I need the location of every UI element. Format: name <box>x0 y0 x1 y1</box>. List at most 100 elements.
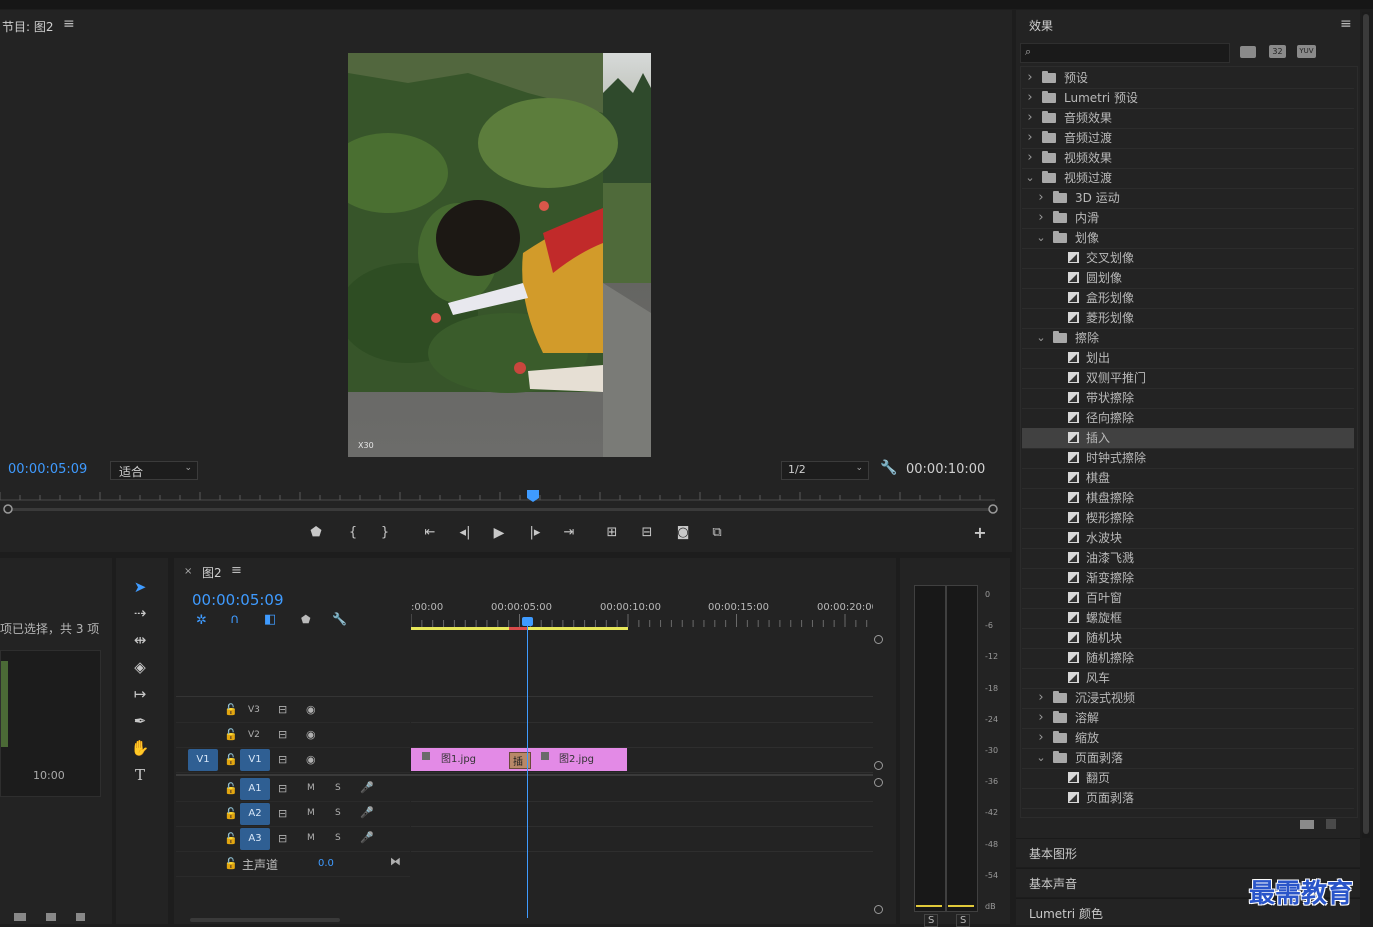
mark-in-button[interactable]: { <box>344 525 362 541</box>
effects-folder[interactable]: › 视频效果 <box>1022 148 1354 169</box>
go-to-in-button[interactable]: ⇤ <box>421 525 439 541</box>
scroll-handle[interactable] <box>874 778 883 787</box>
effects-item[interactable]: 时钟式擦除 <box>1022 448 1354 469</box>
add-marker-button[interactable]: ⬟ <box>307 525 325 541</box>
microphone-icon[interactable]: 🎤 <box>360 831 374 844</box>
snap-icon[interactable]: ✲ <box>196 613 207 628</box>
hand-tool-icon[interactable]: ✋ <box>128 737 152 759</box>
effects-scrollbar[interactable] <box>1362 12 1370 838</box>
sync-lock-icon[interactable]: ⊟ <box>278 832 287 845</box>
razor-tool-icon[interactable]: ◈ <box>128 656 152 678</box>
step-forward-button[interactable]: |▸ <box>526 525 544 541</box>
effects-item[interactable]: 页面剥落 <box>1022 788 1354 809</box>
play-button[interactable]: ▶ <box>490 525 508 541</box>
go-to-end-icon[interactable]: ⧓ <box>390 855 401 868</box>
solo-button[interactable]: S <box>335 833 341 843</box>
track-select-tool-icon[interactable]: ⇢ <box>128 602 152 624</box>
lift-button[interactable]: ⊞ <box>603 525 621 541</box>
effects-folder[interactable]: › 音频效果 <box>1022 108 1354 129</box>
solo-button[interactable]: S <box>335 808 341 818</box>
sync-lock-icon[interactable]: ⊟ <box>278 703 287 716</box>
effects-item[interactable]: 油漆飞溅 <box>1022 548 1354 569</box>
scroll-handle[interactable] <box>874 761 883 770</box>
solo-left[interactable]: S <box>924 914 939 927</box>
add-button-icon[interactable]: + <box>971 525 989 541</box>
effects-folder[interactable]: › 沉浸式视频 <box>1022 688 1354 709</box>
panel-menu-icon[interactable]: ≡ <box>1340 16 1352 32</box>
effects-item[interactable]: 楔形擦除 <box>1022 508 1354 529</box>
track-header-a1[interactable]: 🔓 A1 ⊟ M S 🎤 <box>176 777 410 802</box>
effects-folder[interactable]: ⌄ 页面剥落 <box>1022 748 1354 769</box>
effects-search-input[interactable]: ⌕ <box>1020 43 1230 63</box>
effects-item[interactable]: 划出 <box>1022 348 1354 369</box>
sync-lock-icon[interactable]: ⊟ <box>278 782 287 795</box>
microphone-icon[interactable]: 🎤 <box>360 781 374 794</box>
lock-icon[interactable]: 🔓 <box>224 832 238 845</box>
add-marker-icon[interactable]: ⬟ <box>301 613 311 626</box>
track-header-v3[interactable]: 🔓 V3 ⊟ ◉ <box>176 698 410 723</box>
timeline-current-time[interactable]: 00:00:05:09 <box>192 591 284 609</box>
media-thumbnail[interactable] <box>1 661 8 747</box>
ripple-edit-tool-icon[interactable]: ⇹ <box>128 629 152 651</box>
effects-folder[interactable]: › 音频过渡 <box>1022 128 1354 149</box>
lane-a2[interactable] <box>411 802 873 827</box>
eye-icon[interactable]: ◉ <box>306 753 316 766</box>
effects-item[interactable]: 螺旋框 <box>1022 608 1354 629</box>
lock-icon[interactable]: 🔓 <box>224 857 238 870</box>
panel-menu-icon[interactable]: ≡ <box>63 16 75 32</box>
effects-scrollbar-thumb[interactable] <box>1363 14 1369 834</box>
effects-item[interactable]: 水波块 <box>1022 528 1354 549</box>
track-header-v1[interactable]: V1 🔓 V1 ⊟ ◉ <box>176 748 410 773</box>
resolution-dropdown[interactable]: 1/2 ⌄ <box>781 461 869 480</box>
source-patch-v1[interactable]: V1 <box>188 749 218 771</box>
yuv-filter-badge[interactable]: YUV <box>1297 45 1316 58</box>
timeline-tab-title[interactable]: 图2 <box>202 564 222 581</box>
panel-menu-icon[interactable]: ≡ <box>231 563 242 578</box>
effects-item[interactable]: 圆划像 <box>1022 268 1354 289</box>
microphone-icon[interactable]: 🎤 <box>360 806 374 819</box>
master-volume-value[interactable]: 0.0 <box>318 858 334 869</box>
effects-item[interactable]: 插入 <box>1022 428 1354 449</box>
wrench-icon[interactable]: 🔧 <box>332 612 347 626</box>
track-header-a2[interactable]: 🔓 A2 ⊟ M S 🎤 <box>176 802 410 827</box>
mark-out-button[interactable]: } <box>376 525 394 541</box>
effects-item[interactable]: 盒形划像 <box>1022 288 1354 309</box>
new-custom-bin-icon[interactable] <box>1300 820 1314 829</box>
program-current-time[interactable]: 00:00:05:09 <box>8 462 87 477</box>
compare-view-button[interactable]: ⧉ <box>708 525 726 541</box>
effects-folder[interactable]: › Lumetri 预设 <box>1022 88 1354 109</box>
timeline-playhead-line[interactable] <box>527 626 528 918</box>
chevron-right-icon[interactable]: › <box>1025 148 1035 168</box>
fit-dropdown[interactable]: 适合 ⌄ <box>110 461 198 480</box>
eye-icon[interactable]: ◉ <box>306 703 316 716</box>
chevron-down-icon[interactable]: ⌄ <box>1025 168 1035 188</box>
go-to-out-button[interactable]: ⇥ <box>560 525 578 541</box>
selection-tool-icon[interactable]: ➤ <box>128 576 152 598</box>
trash-icon[interactable] <box>76 913 85 921</box>
effects-item[interactable]: 随机擦除 <box>1022 648 1354 669</box>
mute-button[interactable]: M <box>307 808 315 818</box>
pen-tool-icon[interactable]: ✒ <box>128 710 152 732</box>
program-mini-ruler[interactable] <box>0 488 1000 518</box>
effects-panel-title[interactable]: 效果 <box>1029 17 1053 34</box>
effects-folder[interactable]: › 内滑 <box>1022 208 1354 229</box>
32bit-filter-badge[interactable]: 32 <box>1269 45 1286 58</box>
effects-folder[interactable]: ⌄ 划像 <box>1022 228 1354 249</box>
scroll-handle[interactable] <box>874 905 883 914</box>
track-label-v1[interactable]: V1 <box>240 749 270 771</box>
effects-folder[interactable]: › 溶解 <box>1022 708 1354 729</box>
lock-icon[interactable]: 🔓 <box>224 753 238 766</box>
chevron-down-icon[interactable]: ⌄ <box>1036 748 1046 768</box>
trash-icon[interactable] <box>1326 819 1336 829</box>
extract-button[interactable]: ⊟ <box>638 525 656 541</box>
timeline-playhead-head[interactable] <box>522 617 533 626</box>
effects-folder[interactable]: › 预设 <box>1022 68 1354 89</box>
track-label-a1[interactable]: A1 <box>240 778 270 800</box>
wrench-icon[interactable]: 🔧 <box>880 460 897 476</box>
chevron-right-icon[interactable]: › <box>1025 68 1035 88</box>
lock-icon[interactable]: 🔓 <box>224 728 238 741</box>
lock-icon[interactable]: 🔓 <box>224 703 238 716</box>
mute-button[interactable]: M <box>307 833 315 843</box>
scroll-handle[interactable] <box>874 635 883 644</box>
type-tool-icon[interactable]: T <box>128 764 152 786</box>
